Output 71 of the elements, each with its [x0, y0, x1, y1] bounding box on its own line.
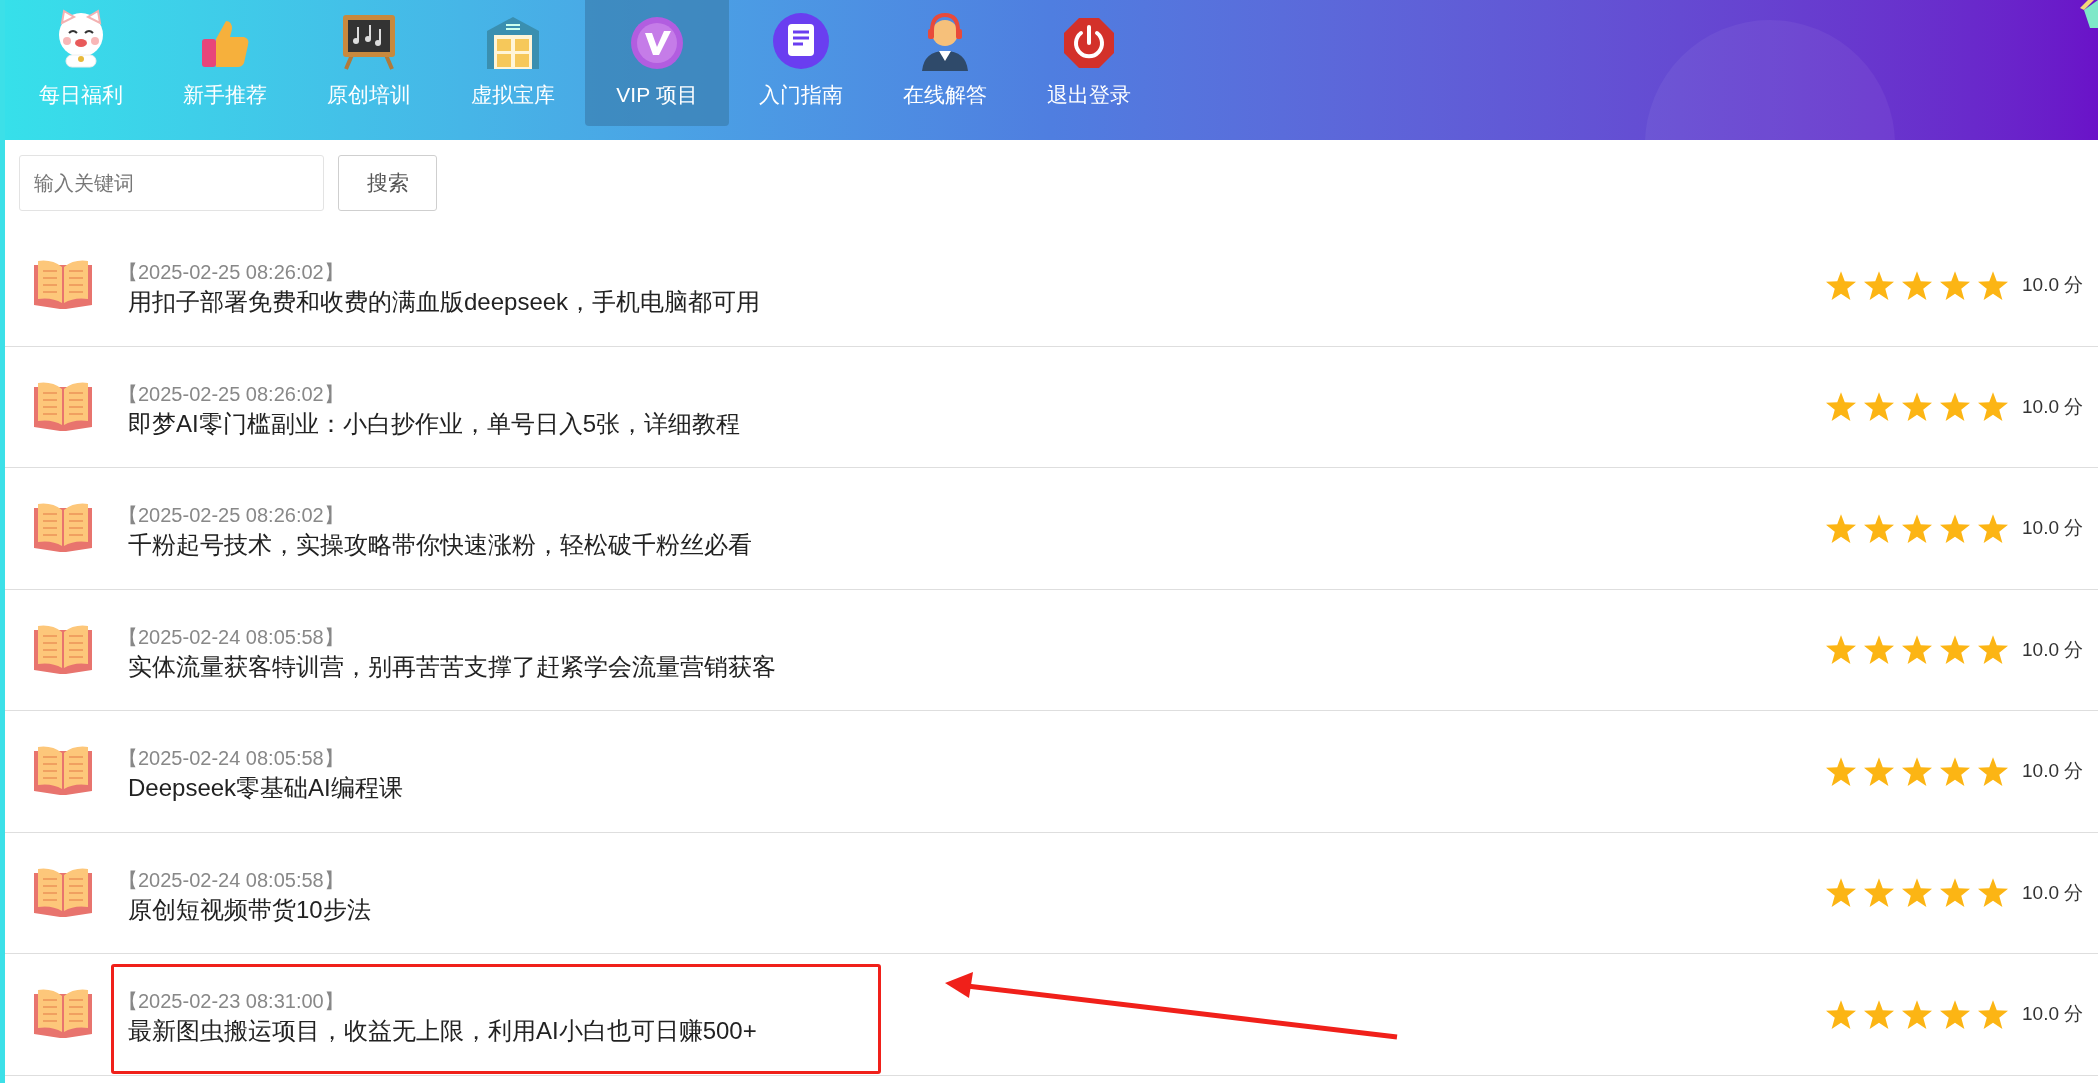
star-icon: [1864, 270, 1894, 300]
star-icon: [1864, 756, 1894, 786]
item-date: 【2025-02-25 08:26:02】: [118, 503, 344, 529]
star-icon: [1902, 756, 1932, 786]
star-icon: [1864, 878, 1894, 908]
star-icon: [1902, 270, 1932, 300]
book-icon: [32, 502, 94, 555]
star-icon: [1864, 392, 1894, 422]
book-icon: [32, 745, 94, 798]
book-icon: [32, 259, 94, 312]
score: 10.0 分: [2022, 637, 2085, 662]
star-icon: [1978, 270, 2008, 300]
corner-decoration-icon: [2080, 0, 2098, 28]
score: 10.0 分: [2022, 880, 2085, 905]
nav-tab[interactable]: 退出登录: [1017, 0, 1161, 126]
star-icon: [1978, 878, 2008, 908]
document-icon: [771, 10, 831, 71]
star-icon: [1826, 999, 1856, 1029]
item-title-link[interactable]: Deepseek零基础AI编程课: [128, 772, 403, 805]
score: 10.0 分: [2022, 394, 2085, 419]
item-date: 【2025-02-24 08:05:58】: [118, 624, 344, 650]
star-icon: [1826, 878, 1856, 908]
star-icon: [1940, 999, 1970, 1029]
score: 10.0 分: [2022, 273, 2085, 297]
star-icon: [1940, 392, 1970, 422]
star-icon: [1902, 513, 1932, 543]
star-icon: [1864, 513, 1894, 543]
star-icon: [1940, 270, 1970, 300]
item-date: 【2025-02-24 08:05:58】: [118, 746, 344, 772]
score: 10.0 分: [2022, 759, 2085, 783]
book-icon: [32, 380, 94, 433]
score: 10.0 分: [2022, 1002, 2085, 1026]
book-icon: [32, 623, 94, 676]
item-date: 【2025-02-25 08:26:02】: [118, 381, 344, 407]
nav-tab[interactable]: 在线解答: [873, 0, 1017, 126]
star-icon: [1940, 513, 1970, 543]
star-icon: [1902, 878, 1932, 908]
item-date: 【2025-02-25 08:26:02】: [118, 260, 344, 286]
star-icon: [1902, 392, 1932, 422]
book-icon: [32, 866, 94, 919]
star-icon: [1978, 635, 2008, 665]
item-date: 【2025-02-24 08:05:58】: [118, 867, 344, 893]
star-icon: [1940, 756, 1970, 786]
item-title-link[interactable]: 千粉起号技术，实操攻略带你快速涨粉，轻松破千粉丝必看: [128, 529, 752, 562]
star-icon: [1978, 756, 2008, 786]
star-icon: [1902, 999, 1932, 1029]
star-icon: [1940, 878, 1970, 908]
search-button[interactable]: 搜索: [338, 155, 437, 211]
book-icon: [32, 988, 94, 1041]
item-title-link[interactable]: 实体流量获客特训营，别再苦苦支撑了赶紧学会流量营销获客: [128, 650, 776, 683]
score: 10.0 分: [2022, 516, 2085, 540]
star-icon: [1826, 392, 1856, 422]
star-icon: [1978, 392, 2008, 422]
star-icon: [1826, 635, 1856, 665]
star-icon: [1864, 999, 1894, 1029]
item-date: 【2025-02-23 08:31:00】: [118, 989, 344, 1015]
star-icon: [1978, 999, 2008, 1029]
v-logo-icon: [629, 14, 685, 71]
item-title-link[interactable]: 最新图虫搬运项目，收益无上限，利用AI小白也可日赚500+: [128, 1015, 757, 1048]
star-icon: [1902, 635, 1932, 665]
item-title-link[interactable]: 用扣子部署免费和收费的满血版deepseek，手机电脑都可用: [128, 286, 761, 319]
nav-tab[interactable]: VIP 项目: [585, 0, 729, 126]
item-title-link[interactable]: 即梦AI零门槛副业：小白抄作业，单号日入5张，详细教程: [128, 407, 741, 440]
star-icon: [1826, 270, 1856, 300]
star-icon: [1940, 635, 1970, 665]
star-icon: [1826, 513, 1856, 543]
search-field[interactable]: 输入关键词: [19, 155, 324, 211]
item-title-link[interactable]: 原创短视频带货10步法: [128, 893, 371, 926]
star-icon: [1978, 513, 2008, 543]
star-icon: [1826, 756, 1856, 786]
star-icon: [1864, 635, 1894, 665]
